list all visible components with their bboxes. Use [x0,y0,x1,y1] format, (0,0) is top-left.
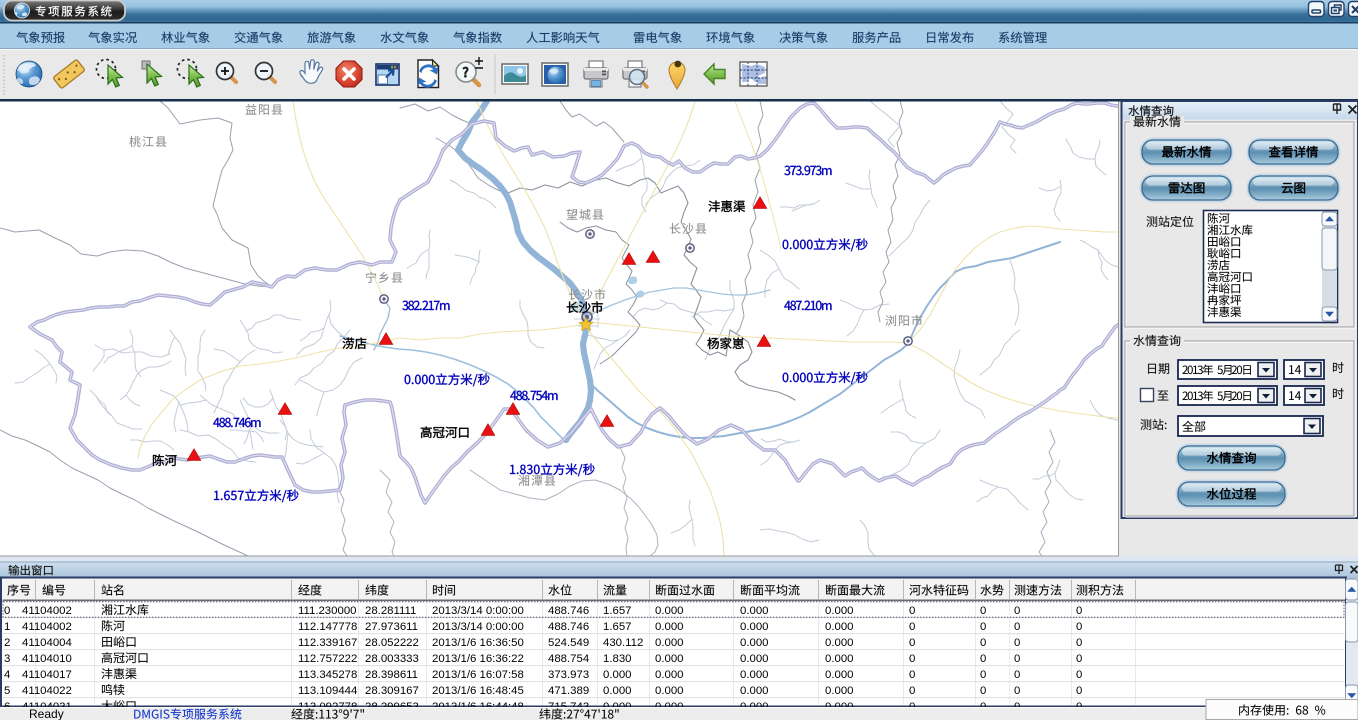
svg-text:0: 0 [980,605,986,617]
svg-text:0: 0 [980,653,986,665]
svg-text:0: 0 [1076,637,1082,649]
svg-text:41104002: 41104002 [22,605,72,617]
svg-text:0.000: 0.000 [655,637,684,649]
svg-text:0: 0 [4,605,10,617]
svg-text:0: 0 [1014,637,1020,649]
svg-text:430.112: 430.112 [603,637,643,649]
svg-text:0: 0 [980,685,986,697]
svg-text:28.398611: 28.398611 [365,669,418,681]
svg-text:41104017: 41104017 [22,669,72,681]
svg-text:0: 0 [1076,621,1082,633]
svg-text:1.657: 1.657 [603,621,632,633]
svg-text:5: 5 [4,685,10,697]
svg-text:0.000: 0.000 [655,605,684,617]
svg-text:0: 0 [1076,669,1082,681]
svg-text:0: 0 [909,621,915,633]
svg-text:41104004: 41104004 [22,637,72,649]
svg-text:0: 0 [1014,605,1020,617]
svg-text:0: 0 [909,669,915,681]
svg-text:488.746: 488.746 [548,621,589,633]
svg-text:0.000: 0.000 [603,669,632,681]
svg-text:112.339167: 112.339167 [298,637,357,649]
svg-text:27.973611: 27.973611 [365,621,418,633]
svg-text:471.389: 471.389 [548,685,589,697]
svg-text:0: 0 [980,637,986,649]
svg-text:28.003333: 28.003333 [365,653,419,665]
svg-text:112.757222: 112.757222 [298,653,357,665]
svg-text:0: 0 [1014,653,1020,665]
svg-text:0.000: 0.000 [825,653,854,665]
svg-text:0: 0 [1076,685,1082,697]
svg-text:0: 0 [1014,669,1020,681]
svg-text:0.000: 0.000 [603,685,632,697]
svg-text:0.000: 0.000 [740,621,769,633]
svg-text:2013/3/14 0:00:00: 2013/3/14 0:00:00 [432,605,524,617]
svg-text:112.147778: 112.147778 [298,621,357,633]
svg-text:0.000: 0.000 [740,685,769,697]
svg-text:41104010: 41104010 [22,653,72,665]
svg-text:0: 0 [980,669,986,681]
svg-text:0: 0 [1076,605,1082,617]
svg-text:0.000: 0.000 [740,653,769,665]
svg-text:0.000: 0.000 [825,637,854,649]
svg-text:0.000: 0.000 [655,621,684,633]
svg-text:488.754: 488.754 [548,653,589,665]
svg-text:2013/1/6 16:48:45: 2013/1/6 16:48:45 [432,685,524,697]
svg-text:0.000: 0.000 [740,637,769,649]
svg-text:0: 0 [980,621,986,633]
svg-text:28.052222: 28.052222 [365,637,419,649]
svg-text:524.549: 524.549 [548,637,589,649]
svg-text:0.000: 0.000 [825,685,854,697]
svg-text:4: 4 [4,669,10,681]
svg-text:0: 0 [1014,685,1020,697]
svg-text:28.309167: 28.309167 [365,685,419,697]
svg-text:111.230000: 111.230000 [298,605,357,617]
svg-text:Ready: Ready [29,707,64,720]
svg-text:41104002: 41104002 [22,621,72,633]
svg-text:28.281111: 28.281111 [365,605,416,617]
svg-text:2013/1/6 16:36:50: 2013/1/6 16:36:50 [432,637,524,649]
svg-text:0.000: 0.000 [825,605,854,617]
svg-text:0.000: 0.000 [655,669,684,681]
svg-text:113.109444: 113.109444 [298,685,357,697]
svg-text:0: 0 [909,653,915,665]
svg-text:2: 2 [4,637,10,649]
svg-text:1.830: 1.830 [603,653,632,665]
svg-text:0.000: 0.000 [655,653,684,665]
svg-text:488.746: 488.746 [548,605,589,617]
svg-text:3: 3 [4,653,10,665]
svg-text:2013/1/6 16:36:22: 2013/1/6 16:36:22 [432,653,524,665]
svg-text:0: 0 [1014,621,1020,633]
svg-text:0: 0 [909,685,915,697]
svg-text:0.000: 0.000 [740,669,769,681]
svg-text:41104022: 41104022 [22,685,72,697]
svg-text:2013/1/6 16:07:58: 2013/1/6 16:07:58 [432,669,524,681]
svg-text:0: 0 [909,637,915,649]
svg-text:0: 0 [909,605,915,617]
svg-text:0.000: 0.000 [825,621,854,633]
svg-text:0: 0 [1076,653,1082,665]
svg-text:113.345278: 113.345278 [298,669,357,681]
svg-text:1.657: 1.657 [603,605,632,617]
svg-text:0.000: 0.000 [825,669,854,681]
svg-text:2013/3/14 0:00:00: 2013/3/14 0:00:00 [432,621,524,633]
svg-text:0.000: 0.000 [740,605,769,617]
svg-text:373.973: 373.973 [548,669,589,681]
svg-text:0.000: 0.000 [655,685,684,697]
svg-text:1: 1 [4,621,10,633]
